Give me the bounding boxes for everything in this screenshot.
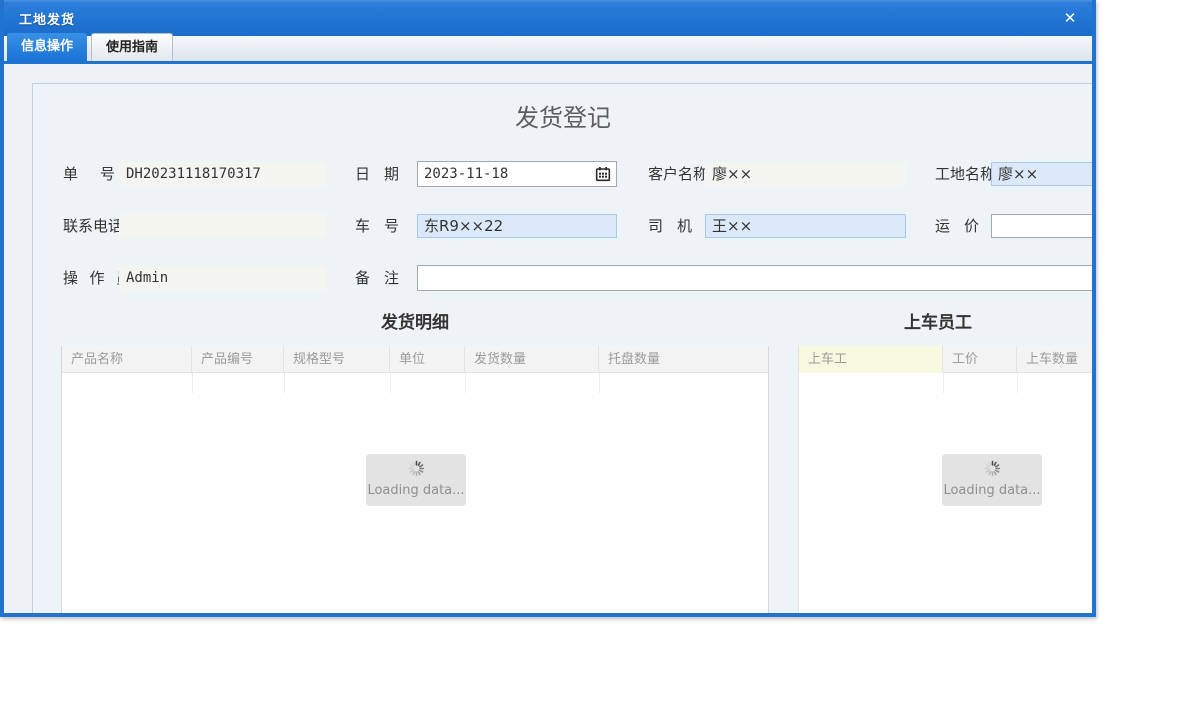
spinner-icon — [408, 460, 425, 477]
detail-loading-indicator: Loading data... — [366, 454, 466, 506]
remark-label: 备 注 — [355, 269, 399, 287]
tab-bar: 信息操作 使用指南 — [4, 33, 1092, 64]
phone-label: 联系电话 — [63, 217, 124, 235]
tab-content: 发货登记 单 号 DH20231118170317 日 期 2023-11-18 — [4, 64, 1092, 613]
col-loader-worker[interactable]: 上车工 — [799, 346, 943, 373]
customer-field: 廖×× — [705, 162, 906, 186]
date-input[interactable]: 2023-11-18 — [417, 161, 617, 187]
site-label: 工地名称 — [935, 165, 996, 183]
page-title: 发货登记 — [515, 104, 611, 132]
date-value: 2023-11-18 — [424, 166, 509, 182]
col-spec-model[interactable]: 规格型号 — [284, 346, 390, 373]
loading-text: Loading data... — [943, 483, 1041, 498]
grid-line — [284, 373, 285, 393]
col-pallet-qty[interactable]: 托盘数量 — [599, 346, 768, 373]
close-icon[interactable]: ✕ — [1060, 8, 1080, 28]
truck-field[interactable]: 东R9××22 — [417, 214, 617, 238]
window-title: 工地发货 — [19, 13, 76, 28]
grid-line — [943, 373, 944, 393]
grid-line — [1017, 373, 1018, 393]
col-work-price[interactable]: 工价 — [943, 346, 1017, 373]
driver-field[interactable]: 王×× — [705, 214, 906, 238]
tab-info-operation[interactable]: 信息操作 — [7, 33, 88, 61]
driver-label: 司 机 — [648, 217, 692, 235]
detail-table-title: 发货明细 — [381, 313, 449, 333]
truck-label: 车 号 — [355, 217, 399, 235]
staff-table-title: 上车员工 — [904, 313, 972, 333]
grid-line — [390, 373, 391, 393]
phone-field — [119, 214, 326, 238]
order-no-label: 单 号 — [63, 165, 115, 183]
calendar-icon[interactable] — [595, 166, 611, 182]
col-unit[interactable]: 单位 — [390, 346, 465, 373]
freight-label: 运 价 — [935, 217, 979, 235]
col-ship-qty[interactable]: 发货数量 — [465, 346, 599, 373]
staff-table: 上车工 工价 上车数量 Loading data... — [798, 346, 1092, 613]
spinner-icon — [984, 460, 1001, 477]
col-product-name[interactable]: 产品名称 — [62, 346, 192, 373]
staff-table-header: 上车工 工价 上车数量 — [799, 346, 1092, 373]
form-panel: 发货登记 单 号 DH20231118170317 日 期 2023-11-18 — [32, 83, 1092, 613]
grid-line — [465, 373, 466, 393]
date-label: 日 期 — [355, 165, 399, 183]
title-bar[interactable]: 工地发货 ✕ — [4, 0, 1092, 36]
freight-input[interactable] — [991, 214, 1092, 238]
operator-field: Admin — [119, 266, 326, 290]
site-field[interactable]: 廖×× — [991, 162, 1092, 186]
loading-text: Loading data... — [367, 483, 465, 498]
grid-line — [599, 373, 600, 393]
col-load-qty[interactable]: 上车数量 — [1017, 346, 1092, 373]
staff-loading-indicator: Loading data... — [942, 454, 1042, 506]
customer-label: 客户名称 — [648, 165, 709, 183]
col-product-code[interactable]: 产品编号 — [192, 346, 284, 373]
remark-input[interactable] — [417, 265, 1092, 291]
desktop: 工地发货 ✕ 信息操作 使用指南 发货登记 单 号 DH202311181703… — [0, 0, 1184, 717]
detail-table-header: 产品名称 产品编号 规格型号 单位 发货数量 托盘数量 — [62, 346, 768, 373]
dialog-window: 工地发货 ✕ 信息操作 使用指南 发货登记 单 号 DH202311181703… — [0, 0, 1096, 617]
order-no-field: DH20231118170317 — [119, 162, 326, 186]
tab-user-guide[interactable]: 使用指南 — [91, 33, 174, 61]
grid-line — [192, 373, 193, 393]
detail-table: 产品名称 产品编号 规格型号 单位 发货数量 托盘数量 Loading data… — [61, 346, 769, 613]
